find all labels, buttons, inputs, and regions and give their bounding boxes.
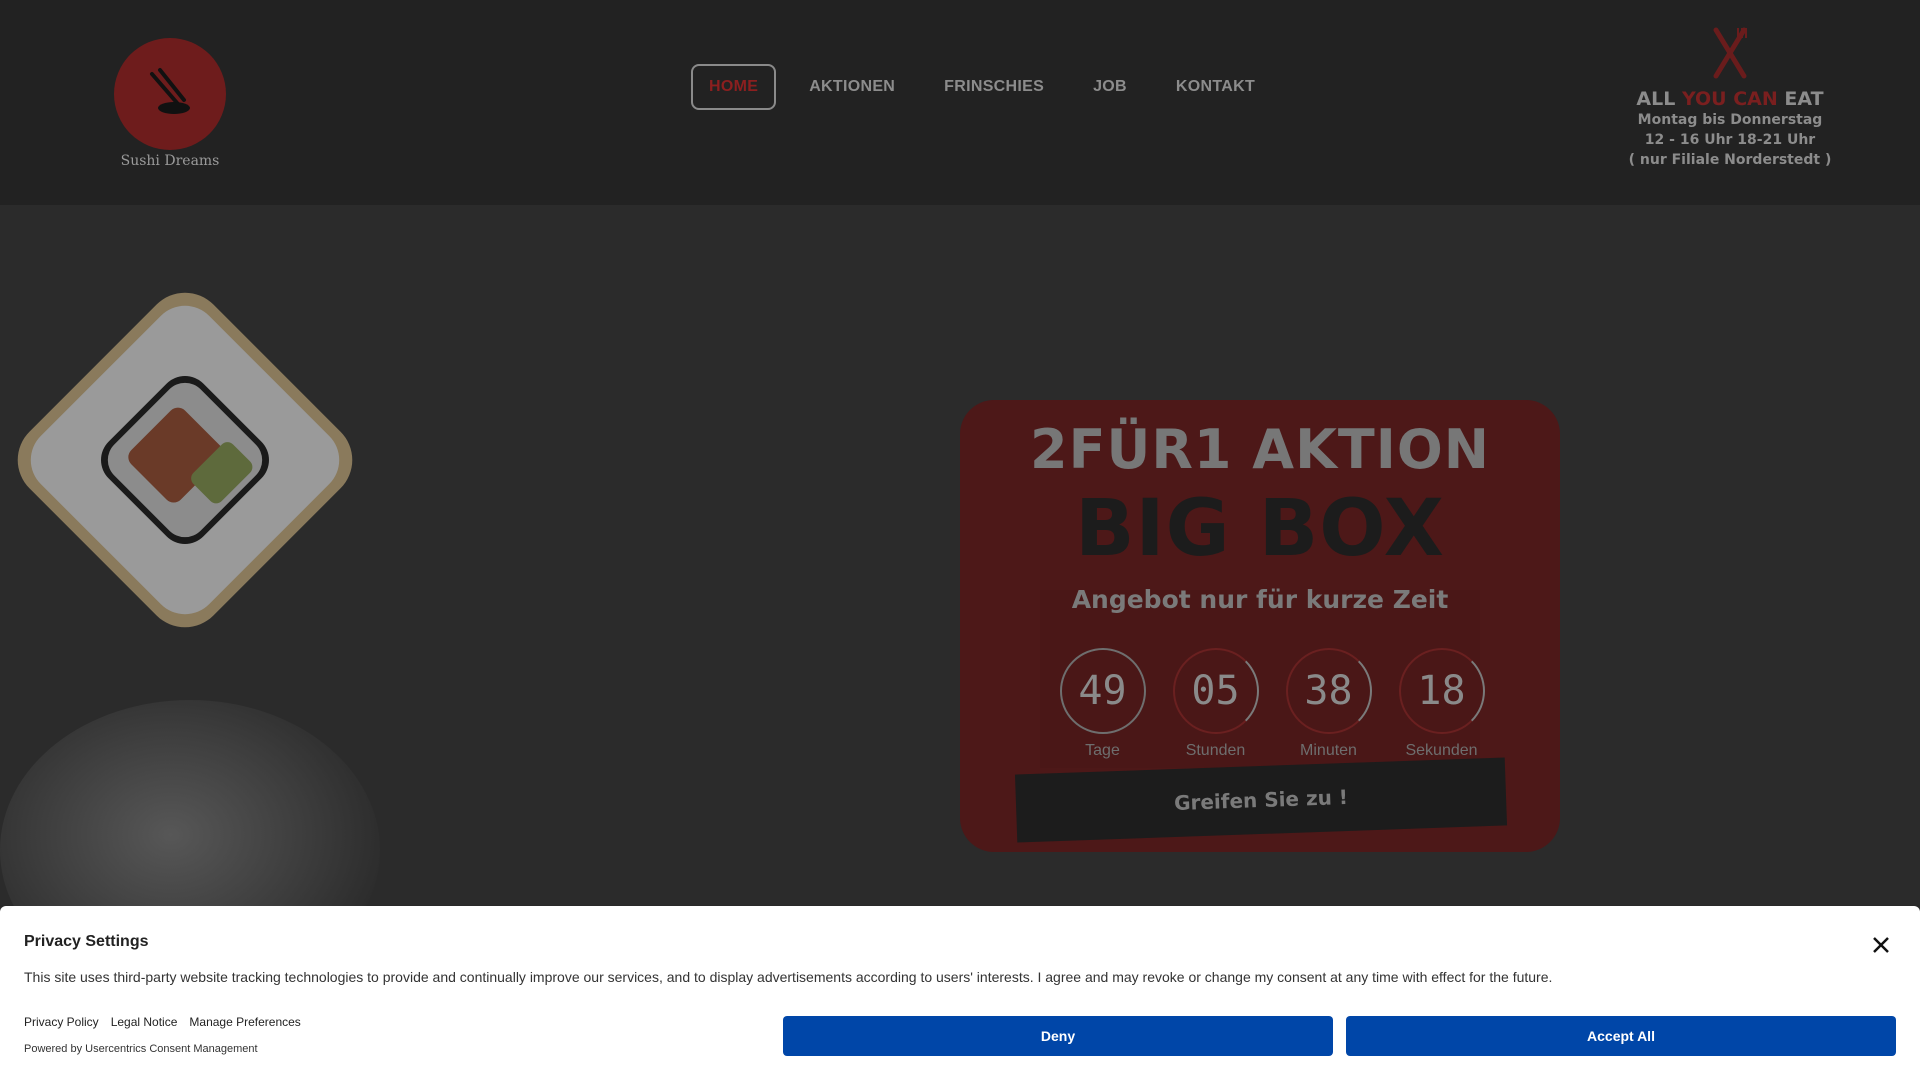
nav-item-frinschies[interactable]: FRINSCHIES [928, 64, 1060, 110]
countdown-hours: 05 Stunden [1159, 648, 1272, 760]
countdown-ring: 49 [1059, 648, 1146, 734]
cookie-banner: Privacy Settings This site uses third-pa… [0, 906, 1920, 1080]
powered-by: Powered by Usercentrics Consent Manageme… [24, 1043, 258, 1055]
promo-card: 2FÜR1 AKTION BIG BOX Angebot nur für kur… [960, 400, 1560, 852]
countdown-ring: 18 [1398, 648, 1485, 734]
legal-notice-link[interactable]: Legal Notice [111, 1015, 178, 1029]
nav-item-home[interactable]: HOME [691, 64, 777, 110]
countdown-minutes: 38 Minuten [1272, 648, 1385, 760]
privacy-policy-link[interactable]: Privacy Policy [24, 1015, 99, 1029]
countdown-value: 49 [1078, 668, 1127, 714]
accept-all-button[interactable]: Accept All [1346, 1016, 1896, 1056]
ayce-location: ( nur Filiale Norderstedt ) [1628, 152, 1832, 168]
countdown-label: Tage [1085, 742, 1120, 759]
countdown-value: 05 [1191, 668, 1240, 714]
fork-knife-icon [1713, 27, 1747, 79]
promo-subtitle: Angebot nur für kurze Zeit [1071, 585, 1449, 614]
nav-item-aktionen[interactable]: AKTIONEN [793, 64, 911, 110]
promo-product: BIG BOX [1075, 484, 1445, 574]
ayce-title-all: ALL [1636, 88, 1676, 110]
sushi-roll-image [17, 292, 353, 628]
site-logo[interactable] [114, 38, 226, 150]
manage-preferences-link[interactable]: Manage Preferences [189, 1015, 300, 1029]
ayce-title: ALL YOU CAN EAT [1620, 88, 1840, 110]
countdown-days: 49 Tage [1046, 648, 1159, 760]
ayce-hours: 12 - 16 Uhr 18-21 Uhr [1644, 132, 1816, 148]
countdown-ring: 05 [1172, 648, 1259, 734]
cookie-links: Privacy Policy Legal Notice Manage Prefe… [24, 1015, 313, 1029]
logo-text: Sushi Dreams [120, 153, 220, 169]
ayce-days: Montag bis Donnerstag [1637, 112, 1823, 128]
countdown-ring: 38 [1285, 648, 1372, 734]
countdown-value: 38 [1304, 668, 1353, 714]
countdown-value: 18 [1417, 668, 1466, 714]
cta-label: Greifen Sie zu ! [1173, 784, 1349, 816]
countdown-label: Stunden [1185, 742, 1246, 759]
close-icon[interactable] [1866, 930, 1896, 960]
ayce-title-eat: EAT [1784, 88, 1824, 110]
cookie-title: Privacy Settings [24, 933, 149, 950]
countdown: 49 Tage 05 Stunden 38 Minuten 18 Sekunde… [1046, 648, 1498, 760]
chopsticks-bowl-icon [150, 68, 190, 114]
nav-item-kontakt[interactable]: KONTAKT [1160, 64, 1271, 110]
nav-item-job[interactable]: JOB [1077, 64, 1143, 110]
countdown-label: Minuten [1300, 742, 1357, 759]
site-header: Sushi Dreams HOME AKTIONEN FRINSCHIES JO… [0, 0, 1920, 205]
all-you-can-eat-info: ALL YOU CAN EAT Montag bis Donnerstag 12… [1620, 26, 1840, 170]
promo-title: 2FÜR1 AKTION [1030, 418, 1490, 481]
cta-button[interactable]: Greifen Sie zu ! [1014, 757, 1508, 843]
ayce-title-you-can: YOU CAN [1681, 88, 1778, 110]
main-nav: HOME AKTIONEN FRINSCHIES JOB KONTAKT [691, 64, 1288, 110]
countdown-seconds: 18 Sekunden [1385, 648, 1498, 760]
deny-button[interactable]: Deny [783, 1016, 1333, 1056]
cookie-description: This site uses third-party website track… [24, 969, 1553, 985]
